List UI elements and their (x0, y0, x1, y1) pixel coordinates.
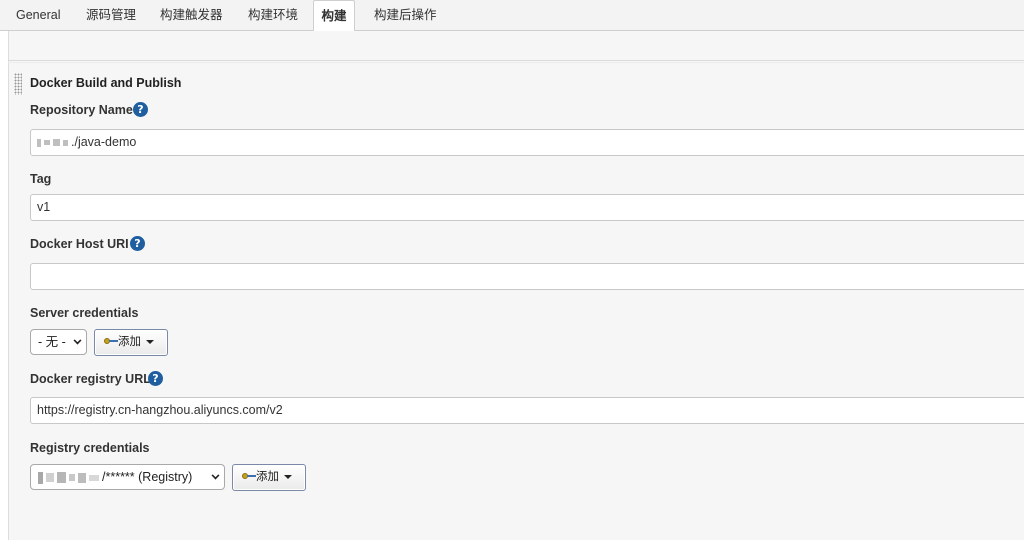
key-icon (242, 472, 256, 480)
add-registry-credentials-button[interactable]: 添加 (232, 464, 306, 491)
section-divider-inner (8, 62, 1024, 63)
dropdown-caret-icon (146, 339, 154, 344)
repository-name-input[interactable]: ./java-demo (30, 129, 1024, 156)
registry-credentials-label: Registry credentials (30, 441, 150, 455)
server-credentials-select[interactable]: - 无 - (30, 329, 87, 355)
docker-registry-url-label: Docker registry URL (30, 372, 151, 386)
server-credentials-label: Server credentials (30, 306, 139, 320)
add-button-label: 添加 (118, 336, 141, 348)
chevron-down-icon (211, 471, 220, 480)
chevron-down-icon (73, 336, 82, 345)
docker-registry-url-value: https://registry.cn-hangzhou.aliyuncs.co… (37, 403, 283, 417)
help-icon[interactable]: ? (148, 371, 163, 386)
section-divider (8, 60, 1024, 61)
dropdown-caret-icon (284, 474, 292, 479)
add-server-credentials-button[interactable]: 添加 (94, 329, 168, 356)
redacted-username (38, 470, 102, 484)
tag-label: Tag (30, 172, 52, 186)
registry-credentials-selected: /****** (Registry) (102, 470, 193, 484)
drag-handle-icon[interactable] (14, 73, 22, 95)
tag-value: v1 (37, 200, 51, 214)
tag-input[interactable]: v1 (30, 194, 1024, 221)
tab-post-build-actions[interactable]: 构建后操作 (374, 0, 437, 31)
section-title: Docker Build and Publish (30, 76, 182, 90)
redacted-prefix (37, 135, 71, 149)
add-button-label: 添加 (256, 471, 279, 483)
server-credentials-selected: - 无 - (38, 335, 66, 349)
key-icon (104, 337, 118, 345)
help-icon[interactable]: ? (130, 236, 145, 251)
docker-registry-url-input[interactable]: https://registry.cn-hangzhou.aliyuncs.co… (30, 397, 1024, 424)
docker-host-uri-input[interactable] (30, 263, 1024, 290)
registry-credentials-select[interactable]: /****** (Registry) (30, 464, 225, 490)
config-tab-bar: General 源码管理 构建触发器 构建环境 构建 构建后操作 (0, 0, 1024, 32)
repository-name-label: Repository Name (30, 103, 133, 117)
tab-build-triggers[interactable]: 构建触发器 (160, 0, 223, 31)
help-icon[interactable]: ? (133, 102, 148, 117)
tab-source-code-management[interactable]: 源码管理 (86, 0, 136, 31)
tab-build-environment[interactable]: 构建环境 (248, 0, 298, 31)
tab-general[interactable]: General (16, 0, 60, 31)
repository-name-value: ./java-demo (71, 135, 137, 149)
tab-build[interactable]: 构建 (313, 0, 355, 32)
docker-host-uri-label: Docker Host URI (30, 237, 129, 251)
